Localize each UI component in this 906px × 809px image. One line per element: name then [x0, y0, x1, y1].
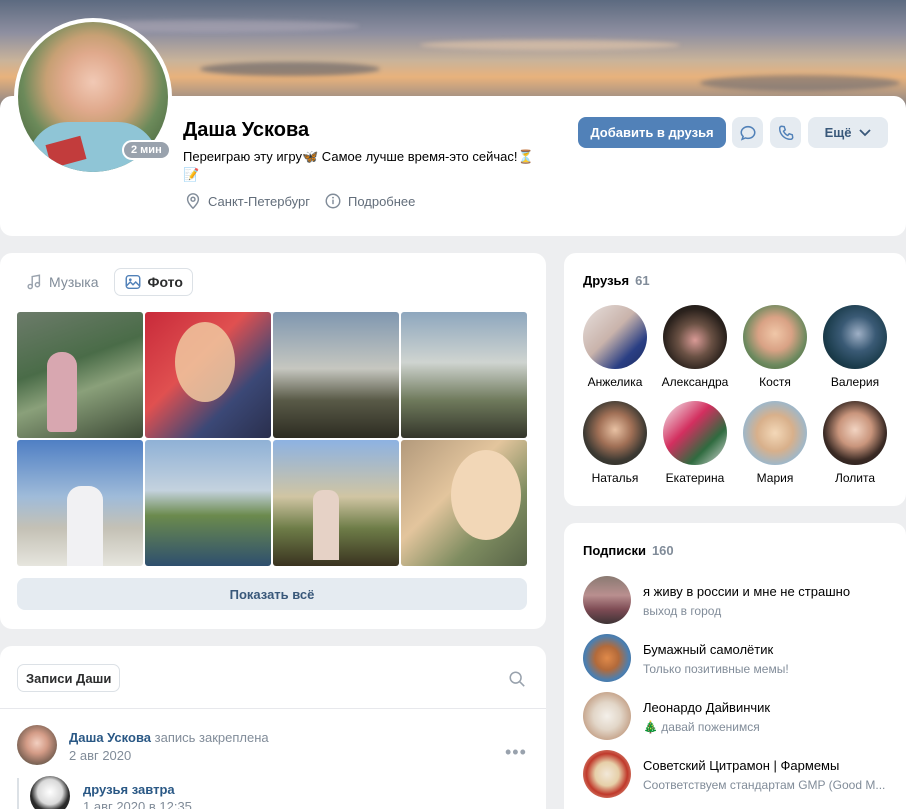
profile-name: Даша Ускова: [183, 119, 310, 141]
post-author-avatar[interactable]: [17, 725, 57, 765]
post-date[interactable]: 2 авг 2020: [69, 748, 131, 763]
friend-name: Лолита: [834, 471, 876, 485]
post-action: запись закреплена: [154, 730, 269, 745]
photo-grid: [17, 312, 527, 566]
message-icon: [739, 125, 756, 141]
friend-item[interactable]: Костя: [735, 305, 815, 389]
subscription-subtitle: 🎄 давай поженимся: [643, 720, 760, 734]
phone-icon: [778, 125, 793, 140]
online-badge: 2 мин: [122, 140, 171, 160]
media-tabs: Музыка Фото: [16, 268, 193, 296]
message-button[interactable]: [732, 117, 763, 148]
chevron-down-icon: [859, 128, 872, 136]
friend-name: Александра: [661, 375, 729, 389]
friend-item[interactable]: Наталья: [575, 401, 655, 485]
friend-avatar: [743, 401, 807, 465]
more-info-link[interactable]: Подробнее: [324, 192, 415, 210]
friends-block: Друзья 61 Анжелика Александра Костя Валер…: [564, 253, 906, 506]
info-icon: [325, 193, 341, 209]
friend-item[interactable]: Мария: [735, 401, 815, 485]
photo-thumbnail[interactable]: [273, 440, 399, 566]
subscriptions-count: 160: [651, 543, 674, 558]
friend-name: Екатерина: [665, 471, 725, 485]
friend-avatar: [743, 305, 807, 369]
subscription-avatar: [583, 634, 631, 682]
show-all-photos-button[interactable]: Показать всё: [17, 578, 527, 610]
subscription-title: Советский Цитрамон | Фармемы: [643, 758, 840, 773]
friend-name: Костя: [759, 375, 791, 389]
friend-avatar: [823, 305, 887, 369]
subscriptions-title[interactable]: Подписки 160: [583, 543, 674, 558]
repost-title[interactable]: друзья завтра: [83, 782, 175, 797]
friends-title[interactable]: Друзья 61: [583, 273, 650, 288]
subscription-avatar: [583, 692, 631, 740]
friends-count: 61: [635, 273, 650, 288]
friend-name: Анжелика: [587, 375, 643, 389]
search-icon[interactable]: [508, 670, 526, 688]
subscription-title: Бумажный самолётик: [643, 642, 774, 657]
photo-icon: [125, 274, 141, 290]
friend-name: Наталья: [591, 471, 639, 485]
more-button-label: Ещё: [824, 125, 852, 140]
more-info-label: Подробнее: [347, 193, 416, 209]
subscriptions-title-label: Подписки: [583, 543, 646, 558]
photo-thumbnail[interactable]: [17, 440, 143, 566]
media-block: Музыка Фото Показать всё: [0, 253, 546, 629]
city-link[interactable]: Санкт-Петербург: [184, 192, 310, 210]
subscription-item[interactable]: Бумажный самолётик Только позитивные мем…: [583, 634, 903, 684]
friend-avatar: [663, 305, 727, 369]
wall-block: Записи Даши Даша Ускова запись закреплен…: [0, 646, 546, 809]
subscription-title: Леонардо Дайвинчик: [643, 700, 771, 715]
photo-thumbnail[interactable]: [145, 440, 271, 566]
city-label: Санкт-Петербург: [208, 193, 310, 209]
subscription-avatar: [583, 576, 631, 624]
subscription-subtitle: Только позитивные мемы!: [643, 662, 789, 676]
tab-music[interactable]: Музыка: [16, 268, 108, 296]
friend-avatar: [583, 401, 647, 465]
tab-photo[interactable]: Фото: [113, 268, 193, 296]
photo-thumbnail[interactable]: [273, 312, 399, 438]
post-author-link[interactable]: Даша Ускова: [69, 730, 151, 745]
friend-avatar: [663, 401, 727, 465]
tab-music-label: Музыка: [49, 274, 99, 290]
subscription-title: я живу в россии и мне не страшно: [643, 584, 851, 599]
tab-wall-posts[interactable]: Записи Даши: [17, 664, 121, 692]
friend-item[interactable]: Лолита: [815, 401, 895, 485]
friend-item[interactable]: Александра: [655, 305, 735, 389]
tab-photo-label: Фото: [147, 274, 183, 290]
friend-name: Мария: [756, 471, 794, 485]
subscription-item[interactable]: Советский Цитрамон | Фармемы Соответству…: [583, 750, 903, 800]
subscription-avatar: [583, 750, 631, 798]
repost-date[interactable]: 1 авг 2020 в 12:35: [83, 799, 192, 809]
friend-item[interactable]: Анжелика: [575, 305, 655, 389]
photo-thumbnail[interactable]: [401, 312, 527, 438]
subscription-subtitle: выход в город: [643, 604, 722, 618]
location-icon: [186, 193, 200, 210]
subscriptions-block: Подписки 160 я живу в россии и мне не стр…: [564, 523, 906, 809]
photo-thumbnail[interactable]: [145, 312, 271, 438]
photo-thumbnail[interactable]: [401, 440, 527, 566]
friends-title-label: Друзья: [583, 273, 630, 288]
divider: [0, 708, 546, 709]
more-options-icon[interactable]: •••: [505, 742, 527, 763]
repost-line: [17, 778, 19, 809]
friend-name: Валерия: [830, 375, 880, 389]
music-icon: [27, 274, 41, 290]
profile-status: Переиграю эту игру🦋 Самое лучше время-эт…: [183, 149, 534, 182]
add-friend-button[interactable]: Добавить в друзья: [578, 117, 726, 148]
repost-avatar[interactable]: [30, 776, 70, 809]
subscription-item[interactable]: Леонардо Дайвинчик 🎄 давай поженимся: [583, 692, 903, 742]
friend-avatar: [823, 401, 887, 465]
friend-item[interactable]: Валерия: [815, 305, 895, 389]
subscription-item[interactable]: я живу в россии и мне не страшно выход в…: [583, 576, 903, 626]
photo-thumbnail[interactable]: [17, 312, 143, 438]
friend-item[interactable]: Екатерина: [655, 401, 735, 485]
profile-meta: Санкт-Петербург Подробнее: [184, 192, 415, 210]
friend-avatar: [583, 305, 647, 369]
post-header: Даша Ускова запись закреплена: [69, 730, 269, 745]
subscription-subtitle: Соответствуем стандартам GMP (Good M...: [643, 778, 886, 792]
call-button[interactable]: [770, 117, 801, 148]
more-button[interactable]: Ещё: [808, 117, 888, 148]
